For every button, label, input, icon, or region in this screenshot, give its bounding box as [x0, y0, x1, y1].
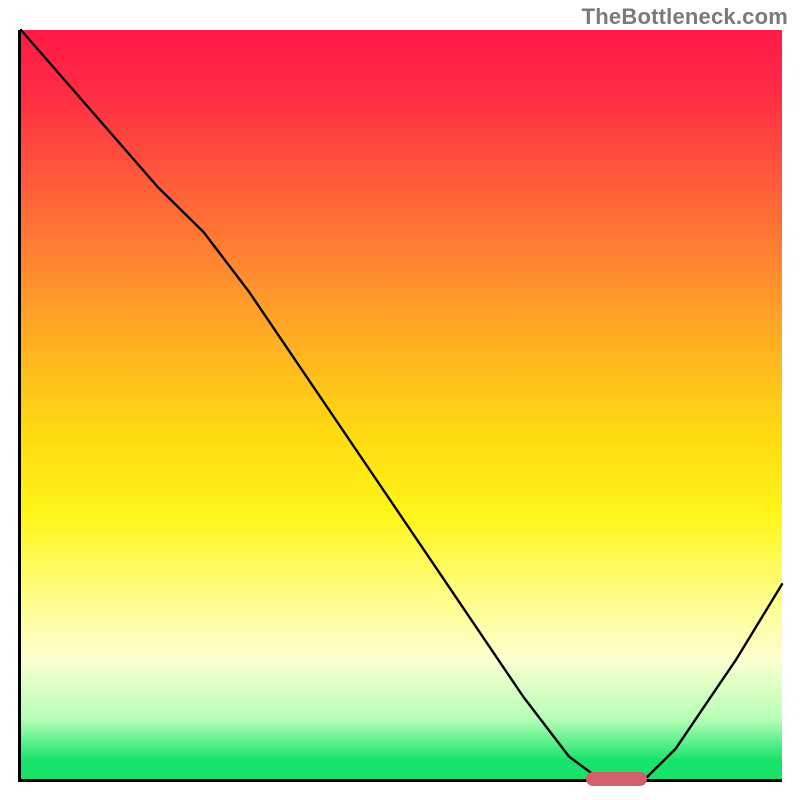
watermark-text: TheBottleneck.com — [582, 4, 788, 30]
chart-container: { "watermark": "TheBottleneck.com", "col… — [0, 0, 800, 800]
optimal-range-marker — [586, 772, 647, 786]
bottleneck-curve — [21, 30, 782, 779]
plot-area — [18, 30, 782, 782]
curve-svg — [21, 30, 782, 779]
